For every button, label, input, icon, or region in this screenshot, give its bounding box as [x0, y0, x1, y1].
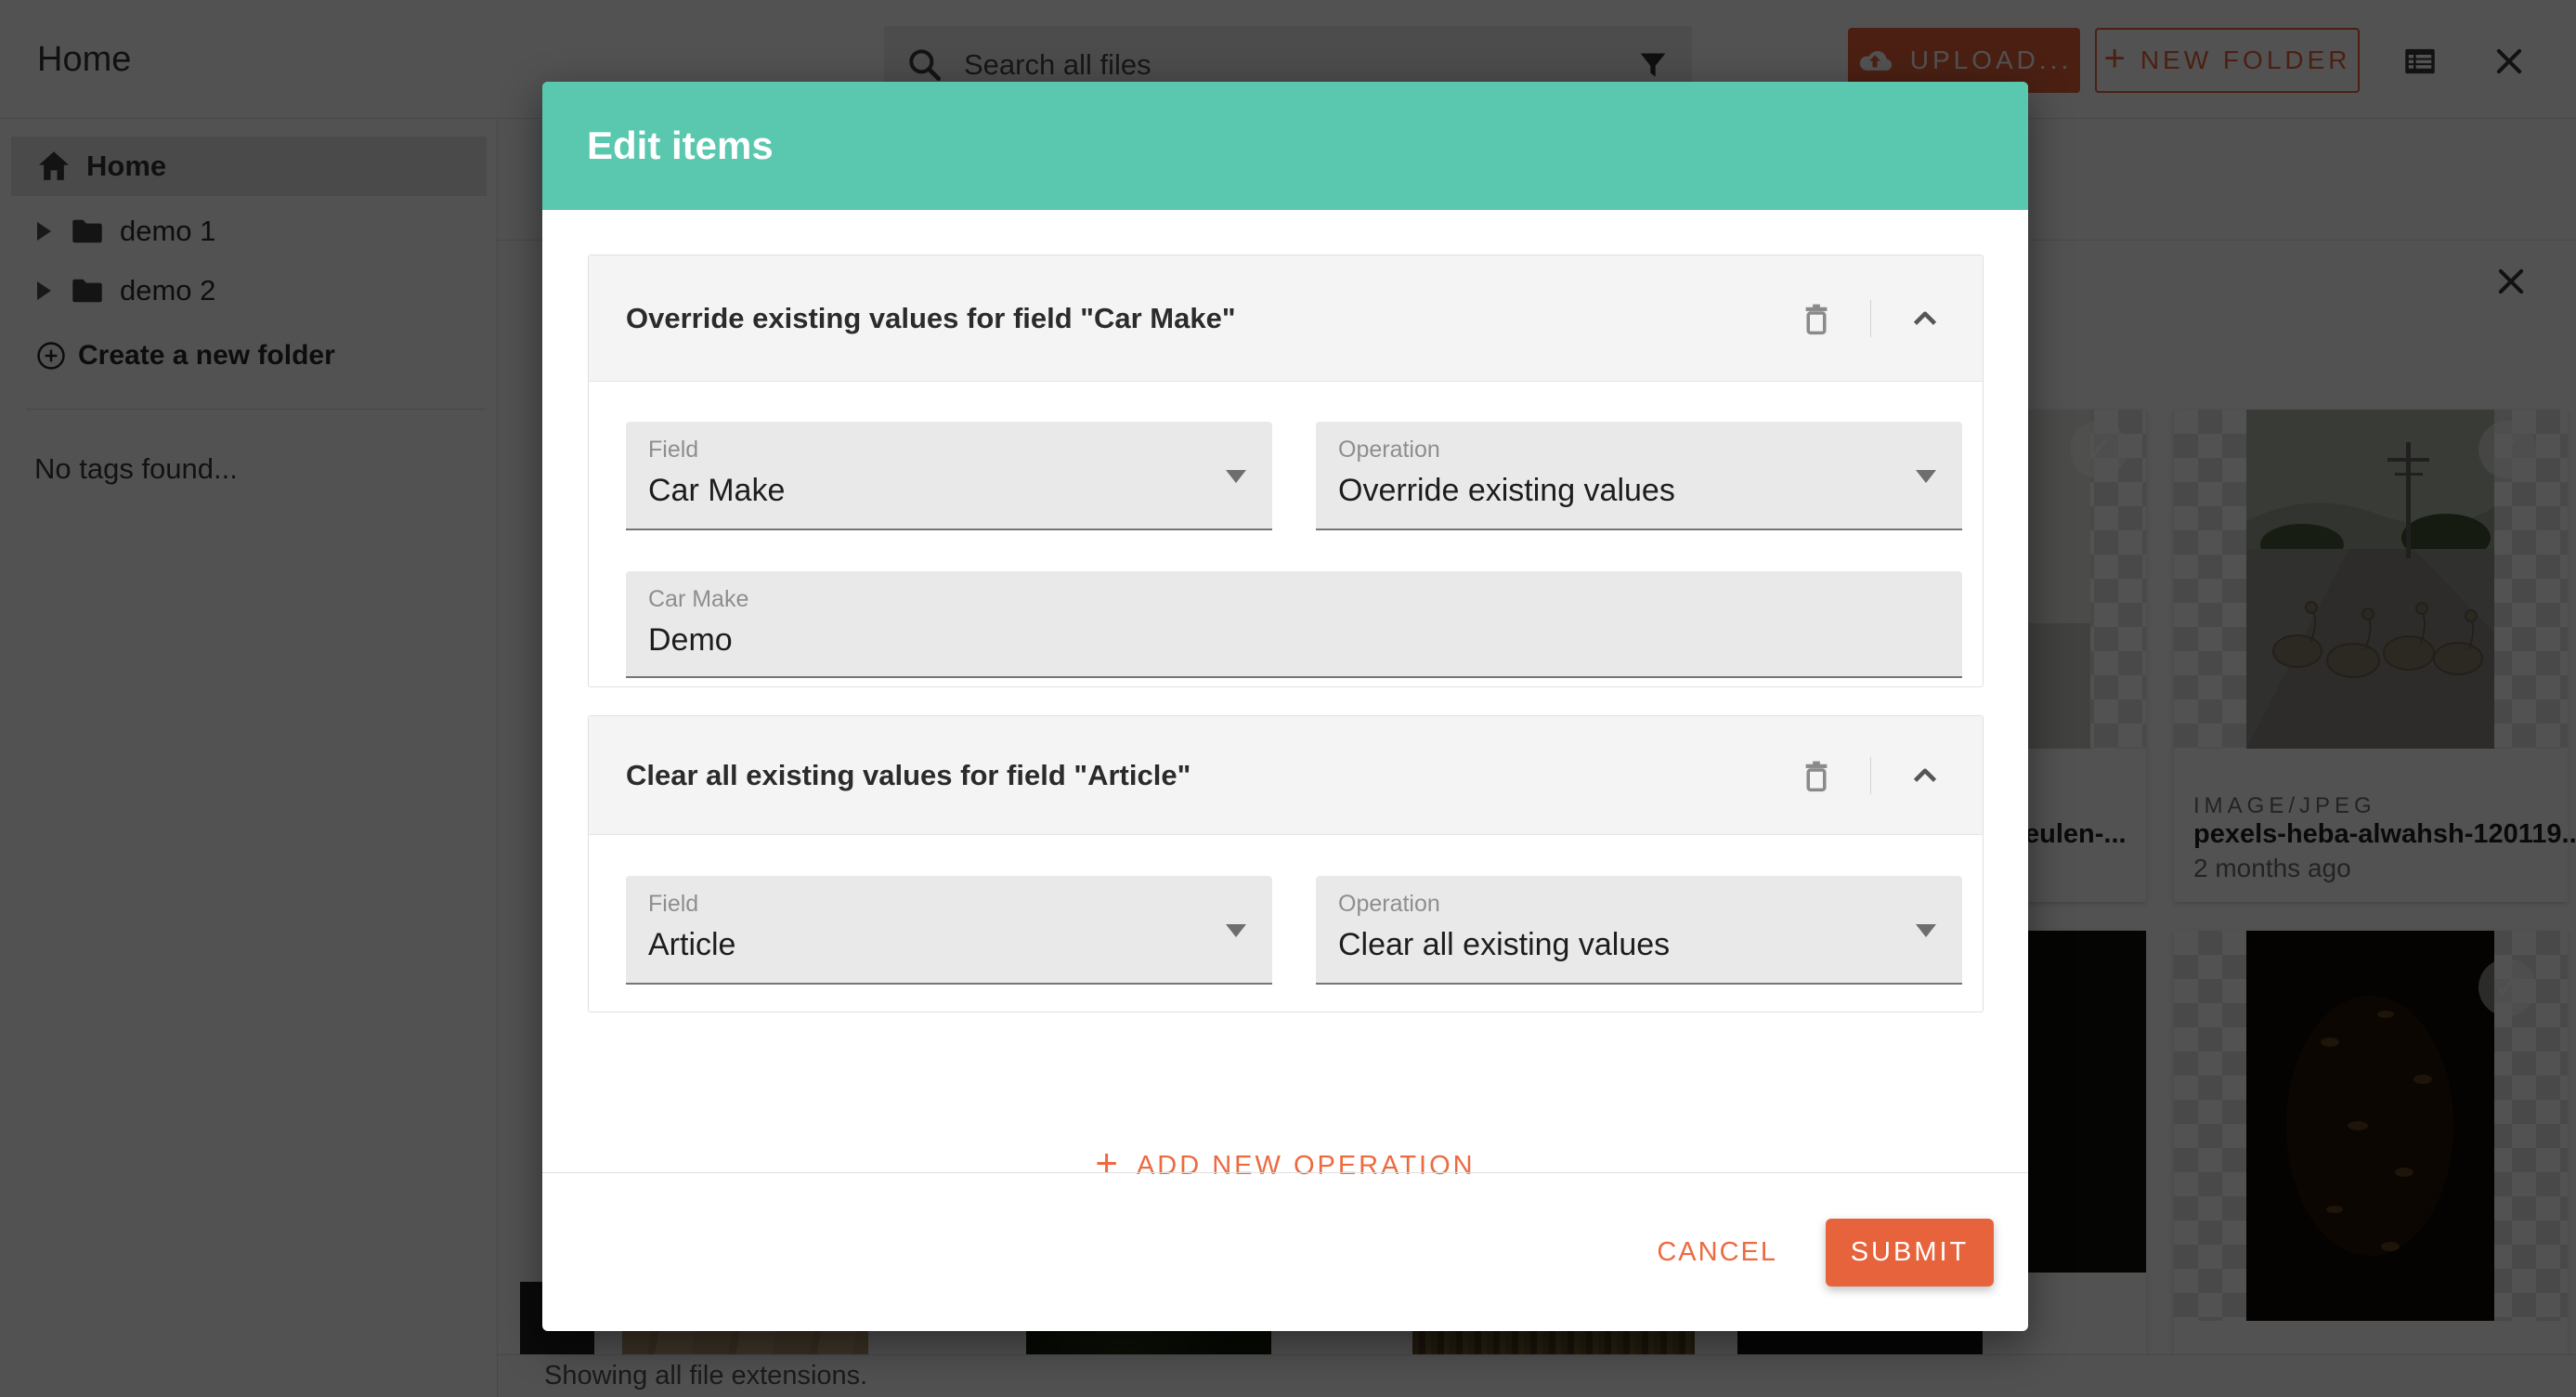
- field-select-value: Car Make: [648, 473, 785, 509]
- dialog-title: Edit items: [587, 124, 774, 168]
- delete-operation-button[interactable]: [1796, 755, 1837, 796]
- operation-select-value: Override existing values: [1338, 473, 1675, 509]
- operation-actions: [1796, 716, 1945, 834]
- dropdown-arrow-icon: [1916, 924, 1936, 937]
- field-select-value: Article: [648, 927, 735, 963]
- operation-select-label: Operation: [1338, 891, 1440, 918]
- collapse-operation-button[interactable]: [1905, 298, 1945, 339]
- value-input[interactable]: Car Make Demo: [626, 571, 1962, 678]
- dropdown-arrow-icon: [1226, 470, 1246, 483]
- operation-title: Clear all existing values for field "Art…: [626, 759, 1190, 792]
- operation-card-header: Override existing values for field "Car …: [589, 255, 1983, 382]
- app-screen: Home UPLOAD... + NEW FOLDER: [0, 0, 2576, 1397]
- collapse-operation-button[interactable]: [1905, 755, 1945, 796]
- operation-title: Override existing values for field "Car …: [626, 302, 1236, 335]
- field-select-label: Field: [648, 891, 698, 918]
- operation-card: Clear all existing values for field "Art…: [588, 715, 1984, 1012]
- field-select[interactable]: Field Article: [626, 876, 1272, 985]
- operation-select[interactable]: Operation Clear all existing values: [1316, 876, 1962, 985]
- trash-icon: [1797, 299, 1836, 338]
- operation-select-label: Operation: [1338, 437, 1440, 463]
- submit-button[interactable]: SUBMIT: [1826, 1219, 1994, 1286]
- field-select[interactable]: Field Car Make: [626, 422, 1272, 530]
- dialog-footer: CANCEL SUBMIT: [542, 1172, 2028, 1331]
- trash-icon: [1797, 756, 1836, 795]
- delete-operation-button[interactable]: [1796, 298, 1837, 339]
- divider: [1870, 300, 1871, 337]
- operation-card: Override existing values for field "Car …: [588, 255, 1984, 687]
- operation-select-value: Clear all existing values: [1338, 927, 1670, 963]
- dropdown-arrow-icon: [1916, 470, 1936, 483]
- chevron-up-icon: [1906, 756, 1945, 795]
- chevron-up-icon: [1906, 299, 1945, 338]
- dialog-header: Edit items: [542, 82, 2028, 210]
- operation-card-header: Clear all existing values for field "Art…: [589, 716, 1983, 835]
- value-input-label: Car Make: [648, 586, 748, 613]
- cancel-button[interactable]: CANCEL: [1657, 1237, 1777, 1268]
- operation-actions: [1796, 255, 1945, 381]
- value-input-value: Demo: [648, 622, 733, 659]
- edit-items-dialog: Edit items Override existing values for …: [542, 82, 2028, 1331]
- dropdown-arrow-icon: [1226, 924, 1246, 937]
- operation-select[interactable]: Operation Override existing values: [1316, 422, 1962, 530]
- divider: [1870, 757, 1871, 794]
- field-select-label: Field: [648, 437, 698, 463]
